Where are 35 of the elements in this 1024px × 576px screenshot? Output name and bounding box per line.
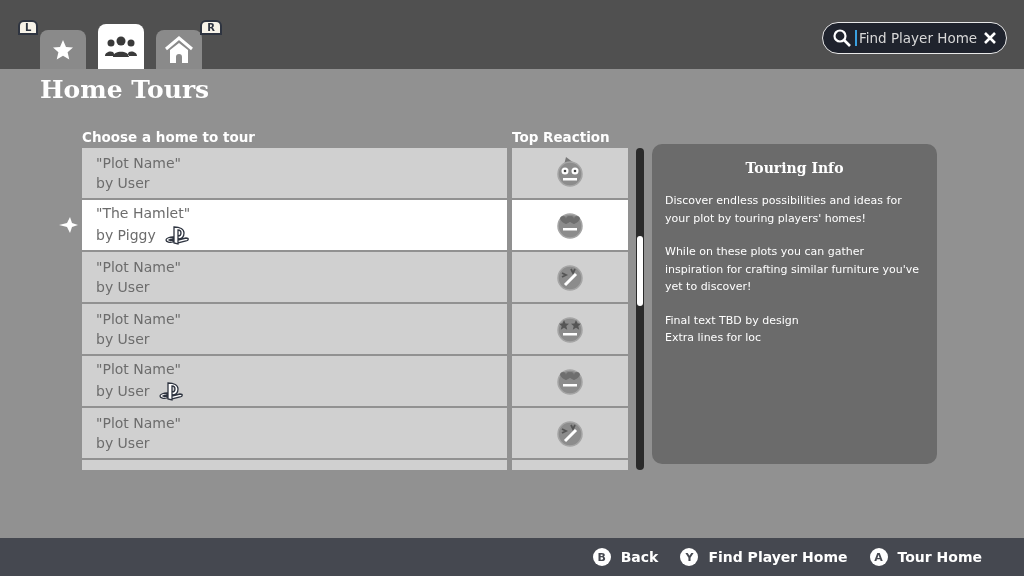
hint-label: Tour Home [897, 549, 982, 565]
home-list-item[interactable]: "Plot Name" by User [82, 408, 507, 458]
panel-title: Touring Info [744, 160, 845, 176]
home-list-item[interactable]: "The Hamlet" by Piggy [82, 200, 507, 250]
list-heading: Choose a home to tour [82, 129, 256, 145]
plot-name: "Plot Name" [96, 155, 183, 171]
plot-name: "Plot Name" [96, 311, 183, 327]
home-list-item[interactable]: "Plot Name" by User [82, 304, 507, 354]
plot-name: "Plot Name" [96, 361, 183, 377]
home-list-item[interactable]: "Plot Name" by User [82, 356, 507, 406]
button-glyph: Y [680, 548, 699, 566]
home-list-item[interactable]: "Plot Name" by User [82, 148, 507, 198]
info-text: Final text TBD by design Extra lines for loc [665, 312, 800, 346]
hint-label: Back [620, 549, 659, 565]
plot-name: "Plot Name" [96, 259, 183, 275]
plot-name: "Plot Name" [96, 415, 183, 431]
home-list-item[interactable]: "Plot Name" by User [82, 252, 507, 302]
bumper-badge: L [18, 20, 39, 35]
search-bar[interactable]: Find Player Home [822, 22, 1007, 54]
plot-name: "The Hamlet" [96, 205, 192, 221]
info-text: While on these plots you can gather inspiration for crafting similar furniture you've yet to discover! [665, 244, 920, 295]
page-title: Home Tours [40, 75, 211, 104]
button-glyph: A [869, 548, 888, 566]
button-glyph: B [592, 548, 611, 566]
search-input[interactable]: Find Player Home [855, 30, 980, 46]
owner-name: by User [96, 175, 150, 191]
info-text: Discover endless possibilities and ideas for your plot by touring players' homes! [665, 193, 903, 227]
hint-label: Find Player Home [708, 549, 848, 565]
owner-name: by Piggy [96, 227, 156, 243]
owner-name: by User [96, 331, 150, 347]
owner-name: by User [96, 383, 150, 399]
column-heading: Top Reaction [512, 129, 611, 145]
owner-name: by User [96, 279, 150, 295]
bumper-badge: R [200, 20, 222, 35]
owner-name: by User [96, 435, 150, 451]
